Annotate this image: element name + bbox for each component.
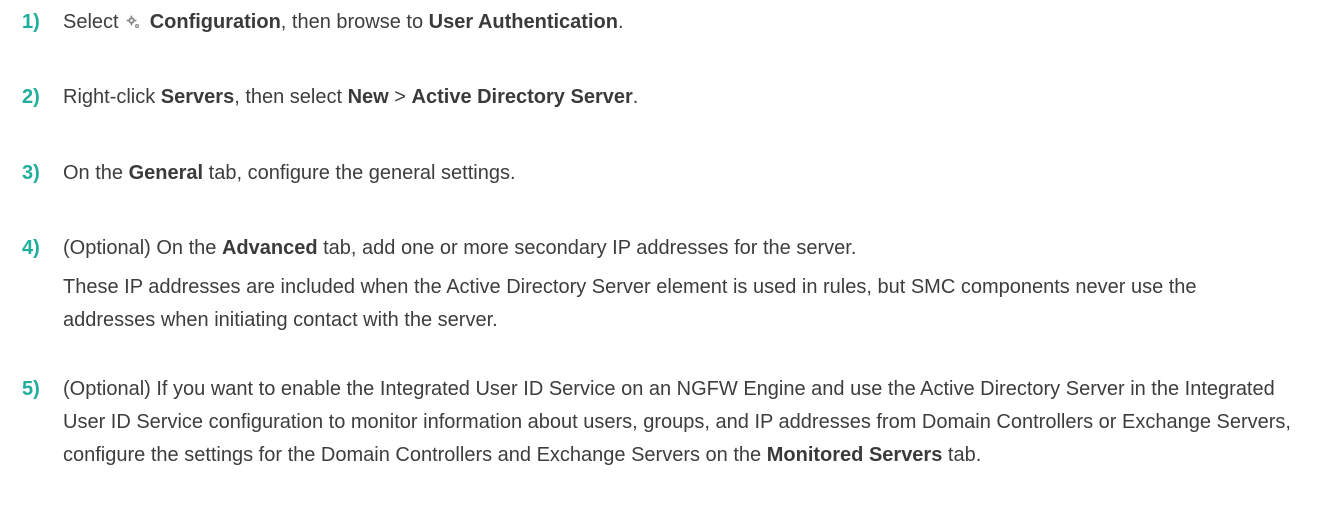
step-text: (Optional) If you want to enable the Int… (63, 373, 1293, 472)
text-segment: On the (63, 162, 129, 184)
user-authentication-label: User Authentication (428, 11, 618, 33)
configuration-label: Configuration (144, 11, 281, 33)
text-segment: > (388, 86, 412, 108)
text-segment: , then select (234, 86, 348, 108)
advanced-tab-label: Advanced (221, 237, 318, 259)
monitored-servers-tab-label: Monitored Servers (766, 444, 943, 466)
gear-icon (126, 15, 140, 29)
step-number: 5) (22, 378, 40, 400)
text-segment: Right-click (63, 86, 161, 108)
text-segment: tab, add one or more secondary IP addres… (317, 237, 857, 259)
text-segment: , then browse to (280, 11, 429, 33)
text-segment: tab, configure the general settings. (203, 162, 516, 184)
step-text: Select Configuration, then browse to Use… (63, 6, 1293, 39)
text-segment: tab. (942, 444, 982, 466)
new-label: New (347, 86, 389, 108)
step-number: 3) (22, 162, 40, 184)
step-number: 4) (22, 237, 40, 259)
step-text: (Optional) On the Advanced tab, add one … (63, 232, 1293, 337)
general-tab-label: General (128, 162, 204, 184)
step-text: On the General tab, configure the genera… (63, 157, 1293, 190)
text-segment: (Optional) On the (63, 237, 222, 259)
text-segment: . (617, 11, 624, 33)
active-directory-server-label: Active Directory Server (411, 86, 633, 108)
step-note: These IP addresses are included when the… (63, 276, 1197, 331)
step-number: 2) (22, 86, 40, 108)
step-number: 1) (22, 11, 40, 33)
text-segment: Select (63, 11, 125, 33)
servers-label: Servers (160, 86, 235, 108)
step-text: Right-click Servers, then select New > A… (63, 81, 1293, 114)
text-segment: (Optional) If you want to enable the Int… (63, 378, 1291, 466)
text-segment: . (632, 86, 639, 108)
